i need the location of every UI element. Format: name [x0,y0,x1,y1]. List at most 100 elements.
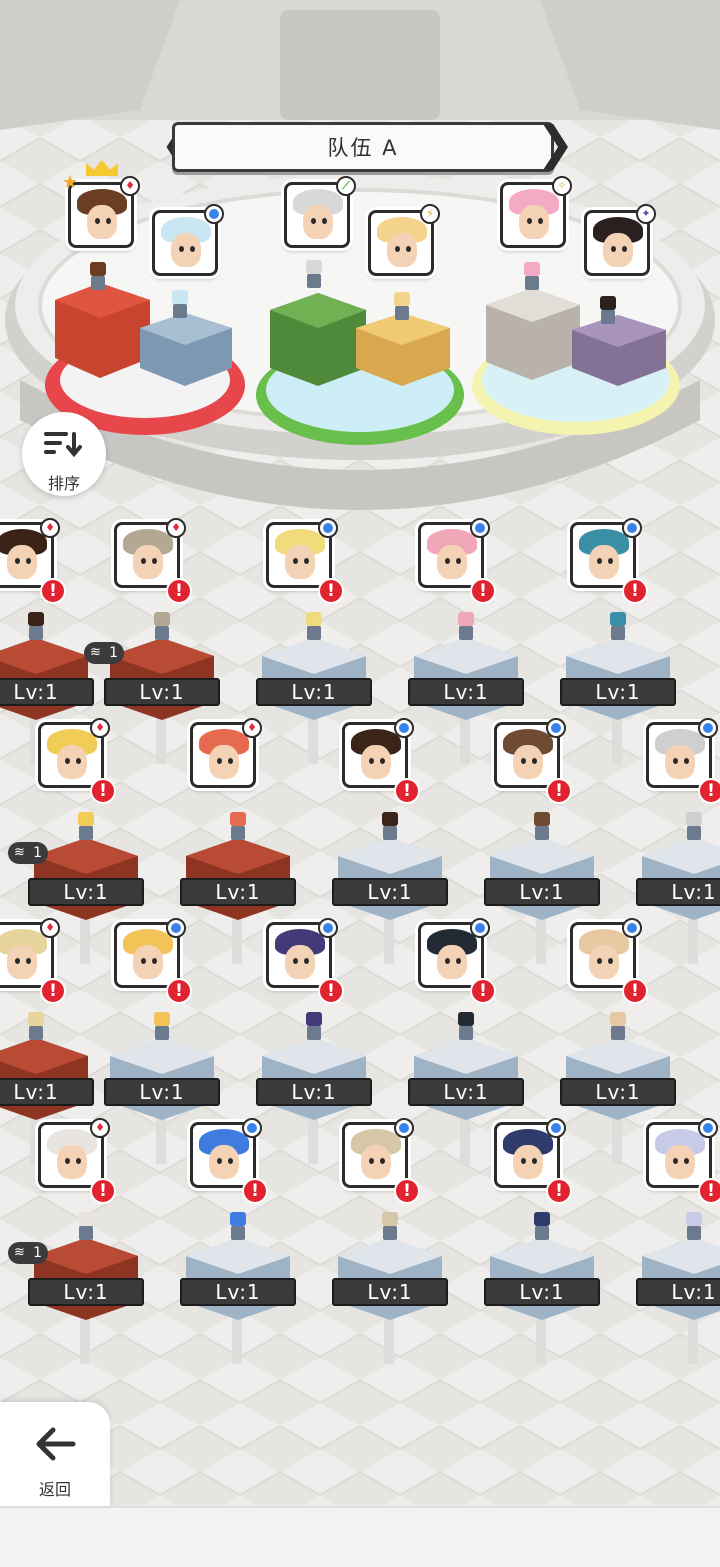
hero-level-label: Lv:1 [636,1278,720,1306]
portrait-eye [311,218,316,224]
hero-sprite [454,1012,478,1042]
portrait-eye [304,958,309,964]
portrait-eye [95,218,100,224]
hero-level-label: Lv:1 [28,1278,144,1306]
portrait-eye [369,758,374,764]
sprite-head [78,1212,94,1226]
portrait-face [665,745,695,779]
element-badge-icon: ♦ [40,518,60,538]
new-alert-icon: ! [698,1178,720,1204]
sprite-body [307,626,321,640]
hero-sprite [530,1212,554,1242]
new-alert-icon: ! [166,978,192,1004]
sprite-body [79,826,93,840]
portrait-eye [179,246,184,252]
duplicate-count-badge: 1 [8,842,48,864]
portrait-eye [26,558,31,564]
hero-sprite [454,612,478,642]
sprite-head [230,1212,246,1226]
sprite-head [78,812,94,826]
hero-sprite [74,1212,98,1242]
hero-level-label: Lv:1 [332,1278,448,1306]
team-slot-sprite [168,290,192,320]
hero-sprite [302,612,326,642]
new-alert-icon: ! [546,1178,572,1204]
portrait-eye [228,758,233,764]
sort-icon [44,432,82,458]
portrait-eye [15,958,20,964]
portrait-face [589,945,619,979]
hero-level-label: Lv:1 [484,878,600,906]
portrait-face [87,205,117,239]
element-badge-icon [318,918,338,938]
hero-sprite [682,1212,706,1242]
portrait-face [133,545,163,579]
sprite-head [28,612,44,626]
sprite-head [686,1212,702,1226]
portrait-eye [217,758,222,764]
team-slot-sprite [390,292,414,322]
portrait-eye [445,558,450,564]
next-team-arrow[interactable]: ❯ [536,120,575,170]
sprite-head [306,612,322,626]
sprite-body [395,306,409,320]
portrait-face [519,205,549,239]
portrait-face [7,945,37,979]
portrait-eye [26,958,31,964]
hero-sprite [226,812,250,842]
portrait-eye [445,958,450,964]
hero-sprite [150,1012,174,1042]
sprite-head [28,1012,44,1026]
new-alert-icon: ! [90,1178,116,1204]
portrait-eye [190,246,195,252]
hero-level-label: Lv:1 [560,1078,676,1106]
portrait-eye [141,558,146,564]
game-screen: ❮ 队伍 A ❯ 排序 ♦★⟋⚡✧✦ Lv:1♦!Lv:1♦!1Lv:1!Lv:… [0,0,720,1567]
portrait-face [303,205,333,239]
sprite-body [231,826,245,840]
portrait-eye [611,246,616,252]
portrait-eye [521,1158,526,1164]
portrait-face [665,1145,695,1179]
portrait-eye [322,218,327,224]
back-button[interactable]: 返回 [0,1402,110,1506]
team-name-bar: 队伍 A [172,122,554,172]
sprite-body [155,1026,169,1040]
portrait-face [437,545,467,579]
portrait-eye [527,218,532,224]
portrait-face [57,1145,87,1179]
portrait-face [285,545,315,579]
sprite-head [458,1012,474,1026]
hero-level-label: Lv:1 [256,678,372,706]
portrait-eye [456,958,461,964]
element-badge-icon: ♦ [242,718,262,738]
sprite-head [154,1012,170,1026]
duplicate-count-badge: 1 [84,642,124,664]
portrait-face [603,233,633,267]
hero-level-label: Lv:1 [104,1078,220,1106]
sprite-head [534,812,550,826]
new-alert-icon: ! [90,778,116,804]
portrait-face [57,745,87,779]
sprite-head [394,292,410,306]
sprite-body [173,304,187,318]
sprite-body [307,274,321,288]
sprite-head [382,1212,398,1226]
element-badge-icon: ♦ [166,518,186,538]
hero-level-label: Lv:1 [484,1278,600,1306]
sprite-head [382,812,398,826]
element-badge-icon: ✧ [552,176,572,196]
portrait-eye [76,758,81,764]
new-alert-icon: ! [546,778,572,804]
hero-level-label: Lv:1 [180,878,296,906]
portrait-eye [532,758,537,764]
portrait-eye [304,558,309,564]
hero-sprite [74,812,98,842]
sort-button[interactable]: 排序 [22,412,106,496]
element-badge-icon [204,204,224,224]
sprite-body [601,310,615,324]
hero-sprite [606,612,630,642]
element-badge-icon [622,518,642,538]
element-badge-icon [546,718,566,738]
portrait-face [513,745,543,779]
